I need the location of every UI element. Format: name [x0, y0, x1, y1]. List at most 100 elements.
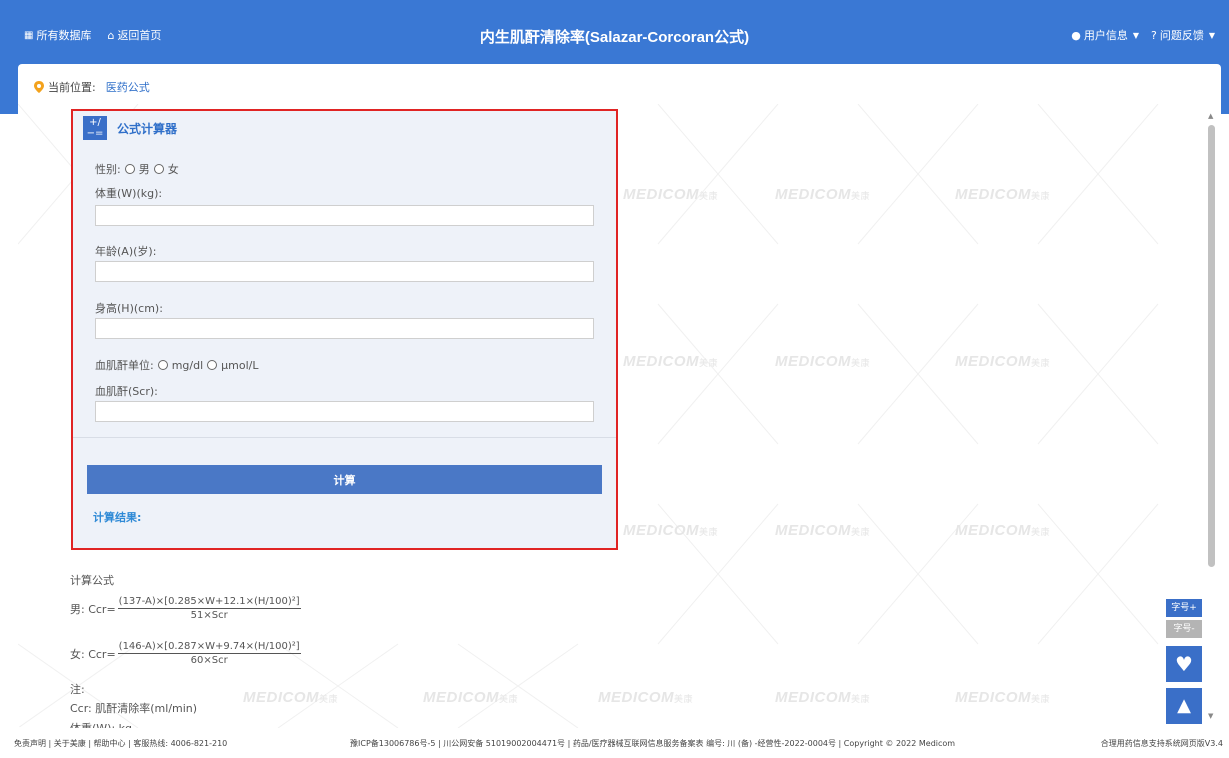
watermark-brand: MEDICOM [775, 689, 851, 706]
chevron-down-icon: ▼ [1208, 30, 1215, 40]
height-input[interactable] [95, 318, 594, 339]
page-title: 内生肌酐清除率(Salazar-Corcoran公式) [479, 29, 750, 46]
heart-icon: ♥ [1175, 652, 1193, 676]
weight-label: 体重(W)(kg): [95, 187, 163, 200]
calculator-header: +/ −= 公式计算器 [83, 116, 177, 140]
favorite-button[interactable]: ♥ [1166, 646, 1202, 682]
watermark: MEDICOM美康 [775, 186, 870, 203]
watermark-brand: MEDICOM [623, 353, 699, 370]
scr-unit-label: 血肌酐单位: [95, 359, 154, 372]
formula-heading: 计算公式 [70, 574, 114, 587]
watermark-cn: 美康 [1031, 694, 1051, 704]
watermark-cn: 美康 [699, 358, 719, 368]
sex-female-radio[interactable] [153, 164, 164, 174]
watermark: MEDICOM美康 [775, 353, 870, 370]
watermark: MEDICOM美康 [955, 353, 1050, 370]
watermark-cn: 美康 [1031, 527, 1051, 537]
watermark: MEDICOM美康 [423, 689, 518, 706]
watermark-brand: MEDICOM [955, 186, 1031, 203]
female-formula: 女: Ccr= (146-A)×[0.287×W+9.74×(H/100)²] … [70, 641, 301, 666]
note-label: 注: [70, 683, 85, 696]
watermark-brand: MEDICOM [243, 689, 319, 706]
font-size-increase-button[interactable]: 字号+ [1166, 599, 1202, 617]
scroll-down-arrow[interactable]: ▼ [1208, 712, 1213, 720]
male-formula-prefix: 男: Ccr= [70, 602, 116, 616]
scrollbar-thumb[interactable] [1208, 125, 1215, 567]
age-input[interactable] [95, 261, 594, 282]
height-label: 身高(H)(cm): [95, 302, 163, 315]
footer: 免责声明 | 关于美康 | 帮助中心 | 客服热线: 4006-821-210 … [0, 728, 1229, 758]
note-weight: 体重(W): kg [70, 720, 132, 728]
feedback-label: 问题反馈 [1159, 29, 1204, 42]
footer-registration: 豫ICP备13006786号-5 | 川公网安备 51019002004471号… [350, 739, 956, 748]
age-label: 年龄(A)(岁): [95, 245, 157, 258]
watermark-brand: MEDICOM [775, 522, 851, 539]
female-formula-fraction: (146-A)×[0.287×W+9.74×(H/100)²] 60×Scr [117, 641, 301, 666]
top-header: ▦ 所有数据库 ⌂ 返回首页 内生肌酐清除率(Salazar-Corcoran公… [0, 0, 1229, 72]
watermark: MEDICOM美康 [955, 522, 1050, 539]
scr-unit-umol-radio[interactable] [207, 360, 218, 370]
watermark-brand: MEDICOM [955, 522, 1031, 539]
scr-input[interactable] [95, 401, 594, 422]
main-panel: 当前位置: 医药公式 MEDICOM美康 MEDICOM美康 MEDICOM美康… [18, 64, 1221, 728]
note-ccr: Ccr: 肌酐清除率(ml/min) [70, 702, 198, 715]
result-label: 计算结果: [93, 511, 142, 524]
watermark-cn: 美康 [851, 191, 871, 201]
user-info-label: 用户信息 [1083, 29, 1128, 42]
watermark: MEDICOM美康 [623, 522, 718, 539]
sex-female-label[interactable]: 女 [168, 161, 179, 177]
watermark-cn: 美康 [499, 694, 519, 704]
rocket-icon: ▲ [1177, 695, 1191, 716]
watermark-cn: 美康 [851, 694, 871, 704]
watermark: MEDICOM美康 [243, 689, 338, 706]
female-formula-prefix: 女: Ccr= [70, 647, 116, 661]
watermark-cn: 美康 [674, 694, 694, 704]
watermark-brand: MEDICOM [423, 689, 499, 706]
scr-unit-field: 血肌酐单位: mg/dl μmol/L [95, 357, 259, 373]
weight-input[interactable] [95, 205, 594, 226]
location-pin-icon [34, 81, 44, 93]
user-icon: ● [1071, 28, 1081, 42]
watermark: MEDICOM美康 [623, 353, 718, 370]
calculate-button[interactable]: 计算 [87, 465, 602, 494]
male-formula-numerator: (137-A)×[0.285×W+12.1×(H/100)²] [117, 596, 301, 609]
scroll-up-arrow[interactable]: ▲ [1208, 112, 1213, 120]
breadcrumb-link[interactable]: 医药公式 [106, 79, 150, 95]
footer-links[interactable]: 免责声明 | 关于美康 | 帮助中心 | 客服热线: 4006-821-210 [14, 738, 227, 749]
breadcrumb-prefix: 当前位置: [48, 81, 96, 94]
scr-unit-mgdl-label[interactable]: mg/dl [172, 359, 203, 372]
male-formula-denominator: 51×Scr [190, 610, 228, 621]
scr-unit-mgdl-radio[interactable] [157, 360, 168, 370]
calculator-title: 公式计算器 [117, 121, 178, 136]
watermark-cn: 美康 [851, 527, 871, 537]
watermark-brand: MEDICOM [775, 353, 851, 370]
watermark-cn: 美康 [699, 191, 719, 201]
watermark-cn: 美康 [1031, 191, 1051, 201]
font-size-decrease-button[interactable]: 字号- [1166, 620, 1202, 638]
sex-male-label[interactable]: 男 [139, 161, 150, 177]
watermark-brand: MEDICOM [623, 522, 699, 539]
breadcrumb: 当前位置: 医药公式 [34, 79, 150, 95]
user-info-menu[interactable]: ● 用户信息 ▼ [1071, 27, 1139, 43]
sex-field: 性别: 男 女 [95, 161, 179, 177]
calculator-icon-top: +/ [89, 117, 101, 128]
calculator-icon: +/ −= [83, 116, 107, 140]
watermark-cn: 美康 [699, 527, 719, 537]
male-formula-fraction: (137-A)×[0.285×W+12.1×(H/100)²] 51×Scr [117, 596, 301, 621]
formula-calculator: +/ −= 公式计算器 性别: 男 女 体重(W)(kg): 年龄(A)(岁):… [71, 109, 618, 550]
watermark: MEDICOM美康 [775, 689, 870, 706]
watermark: MEDICOM美康 [598, 689, 693, 706]
feedback-menu[interactable]: ? 问题反馈 ▼ [1151, 27, 1215, 43]
chevron-down-icon: ▼ [1132, 30, 1139, 40]
scr-label: 血肌酐(Scr): [95, 385, 158, 398]
watermark-cn: 美康 [319, 694, 339, 704]
back-to-top-button[interactable]: ▲ [1166, 688, 1202, 724]
sex-male-radio[interactable] [124, 164, 135, 174]
watermark-cn: 美康 [1031, 358, 1051, 368]
watermark: MEDICOM美康 [955, 689, 1050, 706]
watermark-brand: MEDICOM [598, 689, 674, 706]
calculator-divider [73, 437, 616, 438]
watermark-brand: MEDICOM [775, 186, 851, 203]
scr-unit-umol-label[interactable]: μmol/L [221, 359, 258, 372]
watermark-cn: 美康 [851, 358, 871, 368]
